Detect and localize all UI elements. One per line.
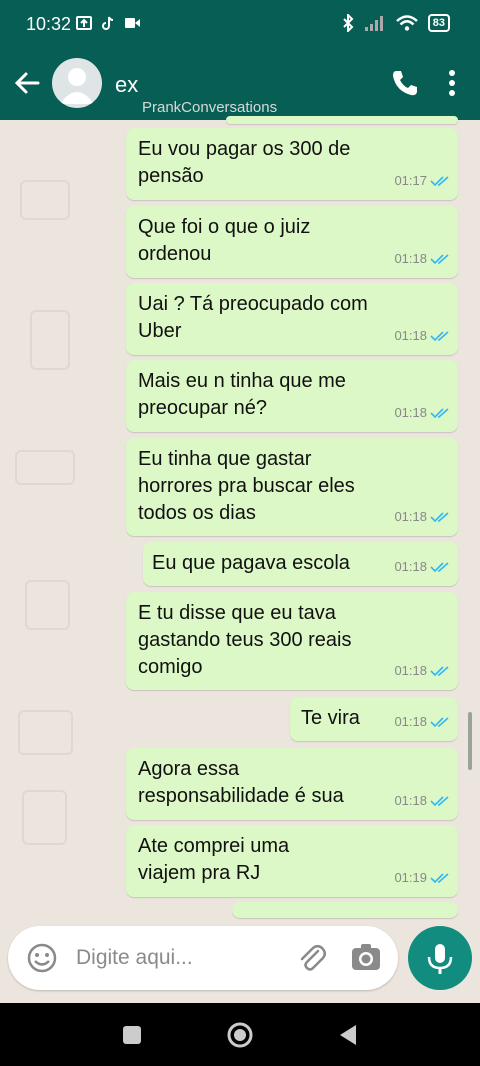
tiktok-notification-icon xyxy=(102,16,114,30)
message-bubble-partial xyxy=(232,902,458,918)
message-text: Que foi o que o juiz ordenou xyxy=(138,216,311,265)
message-text: E tu disse que eu tava gastando teus 300… xyxy=(138,602,352,678)
read-ticks-icon xyxy=(430,561,449,572)
wallpaper-doodle xyxy=(25,580,70,630)
message-bubble[interactable]: Eu vou pagar os 300 de pensão 01:17 xyxy=(126,128,458,200)
message-bubble[interactable]: Eu que pagava escola 01:18 xyxy=(143,542,458,586)
signal-icon xyxy=(364,16,383,31)
message-time: 01:18 xyxy=(394,509,427,524)
message-bubble[interactable]: Eu tinha que gastar horrores pra buscar … xyxy=(126,438,458,536)
message-time: 01:18 xyxy=(394,663,427,678)
wifi-icon xyxy=(395,15,418,31)
message-text: Ate comprei uma viajem pra RJ xyxy=(138,835,290,884)
phone-call-icon[interactable] xyxy=(390,68,420,98)
message-time: 01:18 xyxy=(394,251,427,266)
read-ticks-icon xyxy=(430,665,449,676)
message-composer[interactable]: Digite aqui... xyxy=(8,926,398,990)
message-bubble[interactable]: Te vira 01:18 xyxy=(290,697,458,741)
status-time: 10:32 xyxy=(26,14,72,34)
back-nav-icon[interactable] xyxy=(334,1021,362,1049)
message-time: 01:18 xyxy=(394,405,427,420)
message-time: 01:18 xyxy=(394,714,427,729)
watermark: PrankConversations xyxy=(142,99,278,116)
system-nav-bar xyxy=(0,1003,480,1066)
read-ticks-icon xyxy=(430,872,449,883)
attachment-icon[interactable] xyxy=(296,942,328,974)
message-bubble[interactable]: Ate comprei uma viajem pra RJ 01:19 xyxy=(126,825,458,897)
message-text: Uai ? Tá preocupado com Uber xyxy=(138,293,368,342)
back-arrow-icon[interactable] xyxy=(12,68,42,98)
camera-icon[interactable] xyxy=(350,942,382,974)
message-text: Eu vou pagar os 300 de pensão xyxy=(138,138,351,187)
voice-message-button[interactable] xyxy=(408,926,472,990)
message-bubble[interactable]: E tu disse que eu tava gastando teus 300… xyxy=(126,592,458,690)
wallpaper-doodle xyxy=(30,310,70,370)
message-time: 01:19 xyxy=(394,870,427,885)
more-options-icon[interactable] xyxy=(440,68,464,98)
message-time: 01:18 xyxy=(394,793,427,808)
home-icon[interactable] xyxy=(226,1021,254,1049)
message-input[interactable]: Digite aqui... xyxy=(76,946,193,970)
read-ticks-icon xyxy=(430,716,449,727)
microphone-icon xyxy=(427,944,453,974)
read-ticks-icon xyxy=(430,253,449,264)
wallpaper-doodle xyxy=(18,710,73,755)
message-text: Eu tinha que gastar horrores pra buscar … xyxy=(138,448,355,524)
emoji-icon[interactable] xyxy=(26,942,58,974)
read-ticks-icon xyxy=(430,511,449,522)
message-time: 01:18 xyxy=(394,328,427,343)
wallpaper-doodle xyxy=(20,180,70,220)
message-bubble[interactable]: Uai ? Tá preocupado com Uber 01:18 xyxy=(126,283,458,355)
battery-indicator: 83 xyxy=(427,14,450,32)
read-ticks-icon xyxy=(430,175,449,186)
message-time: 01:17 xyxy=(394,173,427,188)
scrollbar[interactable] xyxy=(468,712,472,770)
recents-icon[interactable] xyxy=(118,1021,146,1049)
message-bubble[interactable]: Que foi o que o juiz ordenou 01:18 xyxy=(126,206,458,278)
default-avatar-icon xyxy=(60,68,94,104)
status-bar: 10:32 83 xyxy=(0,0,480,46)
read-ticks-icon xyxy=(430,330,449,341)
wallpaper-doodle xyxy=(22,790,67,845)
contact-name[interactable]: ex xyxy=(115,72,138,98)
message-text: Mais eu n tinha que me preocupar né? xyxy=(138,370,346,419)
message-bubble-partial xyxy=(226,116,458,124)
read-ticks-icon xyxy=(430,407,449,418)
message-bubble[interactable]: Agora essa responsabilidade é sua 01:18 xyxy=(126,748,458,820)
upload-notification-icon xyxy=(76,16,92,30)
message-text: Agora essa responsabilidade é sua xyxy=(138,758,344,807)
message-time: 01:18 xyxy=(394,559,427,574)
bluetooth-icon xyxy=(343,14,354,32)
message-bubble[interactable]: Mais eu n tinha que me preocupar né? 01:… xyxy=(126,360,458,432)
read-ticks-icon xyxy=(430,795,449,806)
avatar[interactable] xyxy=(52,58,102,108)
video-notification-icon xyxy=(125,18,140,28)
wallpaper-doodle xyxy=(15,450,75,485)
